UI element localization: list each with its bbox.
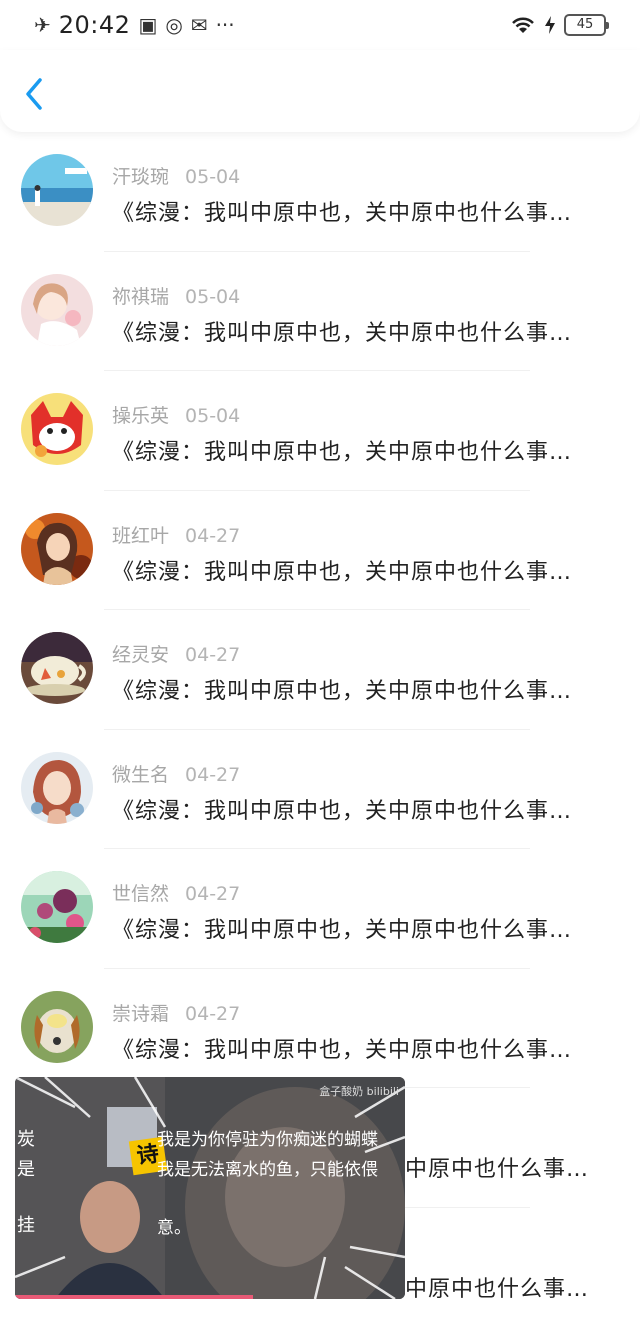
status-left: ✈ 20:42 ▣ ◎ ✉ ··· [34,11,235,39]
sender-name: 世信然 [112,883,169,905]
message-meta: 祢祺瑞 05-04 [112,282,240,309]
avatar [21,632,93,704]
message-meta: 汗琰琬 05-04 [112,162,240,189]
airplane-icon: ✈ [34,13,51,37]
avatar [21,393,93,465]
list-item[interactable]: 崇诗霜 04-27 《综漫：我叫中原中也，关中原中也什么事… [0,969,640,1089]
message-date: 05-04 [185,405,240,427]
message-preview: 中原中也什么事… [405,1151,589,1183]
sender-name: 微生名 [112,764,169,786]
message-meta: 崇诗霜 04-27 [112,999,240,1026]
sender-name: 操乐英 [112,405,169,427]
list-item[interactable]: 祢祺瑞 05-04 《综漫：我叫中原中也，关中原中也什么事… [0,252,640,372]
message-preview: 《综漫：我叫中原中也，关中原中也什么事… [112,434,572,466]
charging-icon [544,15,556,35]
sender-name: 祢祺瑞 [112,286,169,308]
message-date: 04-27 [185,883,240,905]
list-item[interactable]: 操乐英 05-04 《综漫：我叫中原中也，关中原中也什么事… [0,371,640,491]
message-meta: 班红叶 04-27 [112,521,240,548]
avatar [21,752,93,824]
message-date: 04-27 [185,525,240,547]
message-date: 04-27 [185,1003,240,1025]
sender-name: 汗琰琬 [112,166,169,188]
sync-icon: ◎ [165,13,182,37]
message-preview: 《综漫：我叫中原中也，关中原中也什么事… [112,554,572,586]
message-preview: 《综漫：我叫中原中也，关中原中也什么事… [112,793,572,825]
message-meta: 世信然 04-27 [112,879,240,906]
message-date: 05-04 [185,286,240,308]
battery-icon: 45 [564,14,606,36]
video-progress-bar[interactable] [15,1295,253,1299]
message-meta: 经灵安 04-27 [112,640,240,667]
message-meta: 微生名 04-27 [112,760,240,787]
back-button[interactable] [20,76,50,112]
floating-video-player[interactable]: 盒子酸奶 bilibili 诗 我是为你停驻为你痴迷的蝴蝶 我是无法离水的鱼，只… [15,1077,405,1299]
message-meta: 操乐英 05-04 [112,401,240,428]
wifi-icon [510,15,536,35]
notification-icon: ✉ [191,13,208,37]
list-item[interactable]: 世信然 04-27 《综漫：我叫中原中也，关中原中也什么事… [0,849,640,969]
message-preview: 《综漫：我叫中原中也，关中原中也什么事… [112,912,572,944]
avatar [21,991,93,1063]
list-item[interactable]: 经灵安 04-27 《综漫：我叫中原中也，关中原中也什么事… [0,610,640,730]
message-preview: 《综漫：我叫中原中也，关中原中也什么事… [112,315,572,347]
video-side-text-3: 挂 [17,1211,35,1237]
message-date: 04-27 [185,764,240,786]
message-date: 04-27 [185,644,240,666]
status-time: 20:42 [59,11,131,39]
video-caption-line-2: 我是无法离水的鱼，只能依偎 [157,1155,378,1180]
list-item[interactable]: 汗琰琬 05-04 《综漫：我叫中原中也，关中原中也什么事… [0,132,640,252]
sender-name: 班红叶 [112,525,169,547]
status-bar: ✈ 20:42 ▣ ◎ ✉ ··· 45 [0,0,640,50]
chevron-left-icon [20,76,50,112]
list-item[interactable]: 微生名 04-27 《综漫：我叫中原中也，关中原中也什么事… [0,730,640,850]
avatar [21,274,93,346]
video-side-text-2: 是 [17,1155,35,1181]
sender-name: 经灵安 [112,644,169,666]
list-item[interactable]: 班红叶 04-27 《综漫：我叫中原中也，关中原中也什么事… [0,491,640,611]
avatar [21,513,93,585]
more-icon: ··· [216,13,235,37]
message-preview: 《综漫：我叫中原中也，关中原中也什么事… [112,1032,572,1064]
status-right: 45 [510,14,606,36]
sim-icon: ▣ [138,13,157,37]
video-side-text-1: 炭 [17,1125,35,1151]
message-preview: 《综漫：我叫中原中也，关中原中也什么事… [112,195,572,227]
nav-bar [0,50,640,132]
video-watermark: 盒子酸奶 bilibili [319,1083,399,1099]
video-frame [15,1077,405,1299]
sender-name: 崇诗霜 [112,1003,169,1025]
avatar [21,871,93,943]
message-preview: 中原中也什么事… [405,1271,589,1303]
message-preview: 《综漫：我叫中原中也，关中原中也什么事… [112,673,572,705]
video-caption-line-3: 意。 [157,1213,191,1238]
message-date: 05-04 [185,166,240,188]
video-caption-line-1: 我是为你停驻为你痴迷的蝴蝶 [157,1125,378,1150]
avatar [21,154,93,226]
